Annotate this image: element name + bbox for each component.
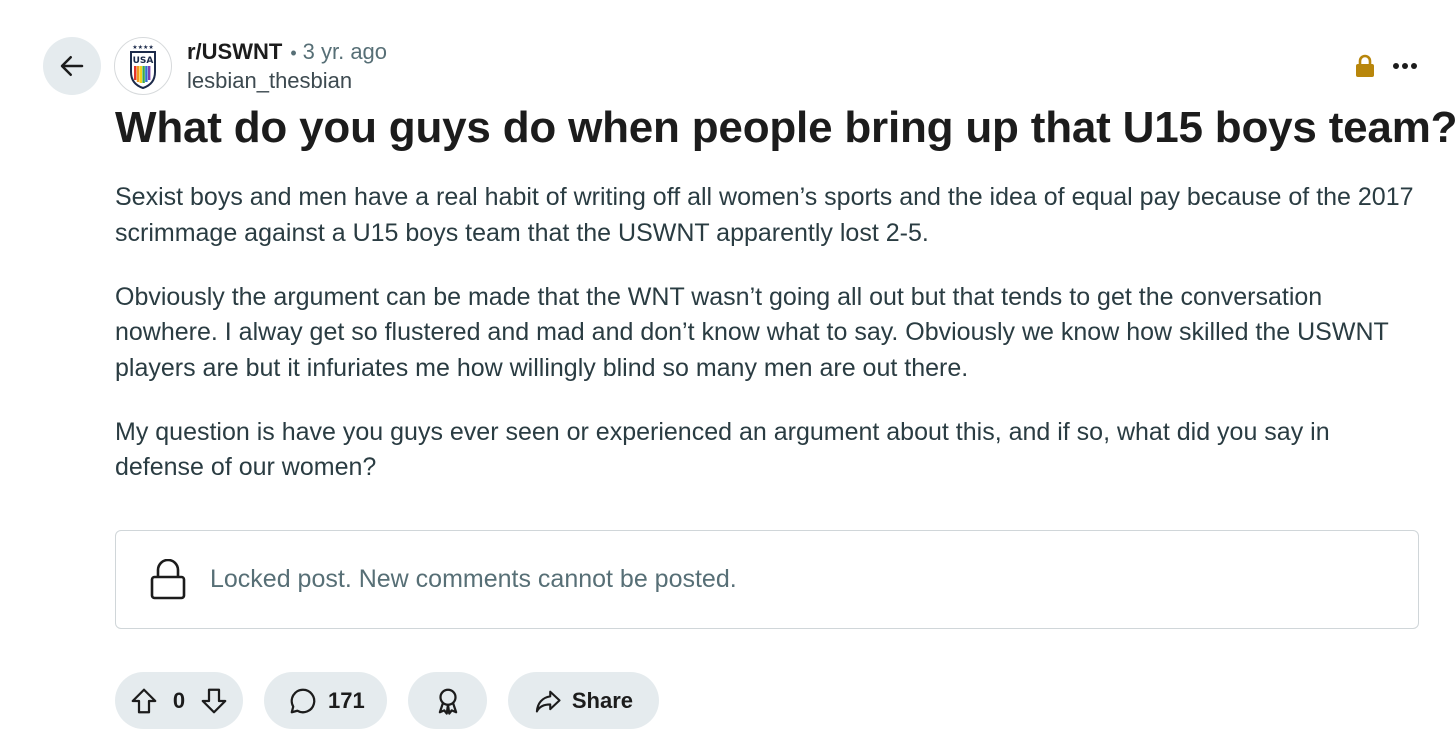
- post-paragraph: Obviously the argument can be made that …: [115, 282, 1389, 382]
- uswnt-crest-logo: ★★★★ USA: [130, 44, 156, 90]
- post-body: Sexist boys and men have a real habit of…: [115, 180, 1415, 514]
- post-meta: r/USWNT • 3 yr. ago lesbian_thesbian: [187, 38, 387, 95]
- comments-button[interactable]: 171: [264, 672, 387, 729]
- post-title: What do you guys do when people bring up…: [115, 103, 1456, 152]
- lock-outline-icon: [148, 558, 188, 601]
- subreddit-avatar[interactable]: ★★★★ USA: [114, 37, 172, 95]
- post-actions: 0 171 Share: [115, 672, 659, 729]
- vote-count: 0: [172, 687, 186, 713]
- arrow-up-icon: [131, 688, 157, 713]
- lock-icon: [1356, 54, 1374, 77]
- svg-text:USA: USA: [133, 56, 154, 66]
- svg-text:★★★★: ★★★★: [132, 44, 154, 51]
- share-arrow-icon: [535, 690, 561, 712]
- award-button[interactable]: [408, 672, 487, 729]
- upvote-button[interactable]: [129, 686, 159, 716]
- ellipsis-icon: [1393, 63, 1417, 69]
- comment-count: 171: [328, 687, 365, 713]
- back-button[interactable]: [43, 37, 101, 95]
- share-button[interactable]: Share: [508, 672, 659, 729]
- post-paragraph: My question is have you guys ever seen o…: [115, 417, 1330, 482]
- more-options-button[interactable]: [1388, 52, 1422, 80]
- arrow-down-icon: [201, 688, 227, 713]
- locked-badge: [1354, 54, 1376, 83]
- post-page: ★★★★ USA r/USWNT • 3 yr. ago lesbian_the…: [0, 0, 1456, 754]
- author-link[interactable]: lesbian_thesbian: [187, 67, 387, 95]
- vote-control: 0: [115, 672, 243, 729]
- post-age: 3 yr. ago: [302, 39, 388, 64]
- share-label: Share: [571, 687, 633, 713]
- locked-notice: Locked post. New comments cannot be post…: [115, 530, 1419, 629]
- speech-bubble-icon: [290, 688, 316, 713]
- subreddit-link[interactable]: r/USWNT: [187, 38, 282, 66]
- post-paragraph: Sexist boys and men have a real habit of…: [115, 183, 1414, 247]
- downvote-button[interactable]: [199, 686, 229, 716]
- meta-separator: •: [290, 43, 297, 63]
- locked-notice-text: Locked post. New comments cannot be post…: [210, 565, 737, 593]
- arrow-left-icon: [60, 56, 84, 76]
- award-icon: [438, 688, 457, 715]
